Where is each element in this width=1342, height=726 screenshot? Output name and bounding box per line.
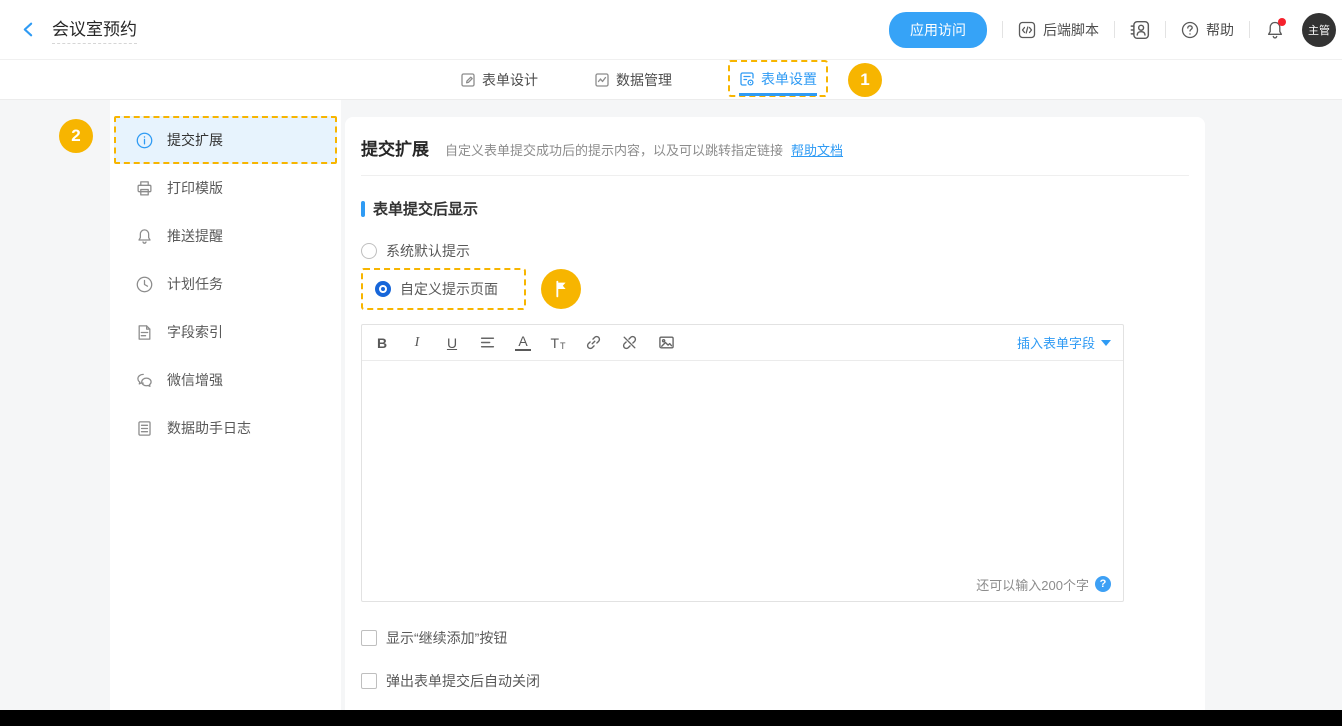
app-title: 会议室预约 bbox=[52, 15, 137, 44]
checkbox-label: 弹出表单提交后自动关闭 bbox=[386, 671, 540, 691]
contacts-icon[interactable] bbox=[1130, 20, 1150, 40]
checkbox-label: 显示“继续添加”按钮 bbox=[386, 628, 507, 648]
tab-label: 表单设计 bbox=[482, 70, 538, 90]
back-button[interactable] bbox=[18, 20, 38, 40]
sidebar-item-label: 提交扩展 bbox=[167, 130, 223, 150]
section-title: 表单提交后显示 bbox=[373, 198, 478, 219]
radio-system-default[interactable]: 系统默认提示 bbox=[361, 241, 1189, 261]
wechat-icon bbox=[136, 372, 153, 389]
radio-on-icon bbox=[375, 281, 391, 297]
backend-script-button[interactable]: 后端脚本 bbox=[1018, 20, 1099, 40]
question-help-icon[interactable]: ? bbox=[1095, 576, 1111, 592]
annotation-box-custom-radio: 自定义提示页面 bbox=[361, 268, 526, 310]
divider bbox=[361, 175, 1189, 176]
sidebar-item-data-assistant-log[interactable]: 数据助手日志 bbox=[110, 404, 341, 452]
insert-form-field-label: 插入表单字段 bbox=[1017, 333, 1095, 352]
align-icon[interactable] bbox=[479, 334, 496, 351]
avatar[interactable]: 主管 bbox=[1302, 13, 1336, 47]
editor-toolbar: B I U A TT 插入表单字段 bbox=[362, 325, 1123, 361]
divider bbox=[1114, 21, 1115, 38]
rich-text-editor: B I U A TT 插入表单字段 还可以输入200个字 bbox=[361, 324, 1124, 602]
char-count-label: 还可以输入200个字 bbox=[976, 575, 1089, 594]
tab-form-settings[interactable]: 表单设置 bbox=[739, 61, 817, 96]
unlink-icon[interactable] bbox=[621, 334, 638, 351]
panel-title: 提交扩展 bbox=[361, 135, 429, 160]
panel-subtitle: 自定义表单提交成功后的提示内容，以及可以跳转指定链接 bbox=[445, 140, 783, 159]
editor-content-area[interactable] bbox=[362, 361, 1123, 573]
sidebar-item-label: 打印模版 bbox=[167, 178, 223, 198]
sidebar-item-submit-extension[interactable]: 提交扩展 bbox=[114, 116, 337, 164]
help-icon bbox=[1181, 21, 1199, 39]
flag-icon bbox=[550, 278, 572, 300]
notification-bell-icon[interactable] bbox=[1265, 20, 1285, 40]
radio-custom-page[interactable]: 自定义提示页面 bbox=[375, 279, 498, 299]
radio-label: 自定义提示页面 bbox=[400, 279, 498, 299]
submit-extension-panel: 提交扩展 自定义表单提交成功后的提示内容，以及可以跳转指定链接 帮助文档 表单提… bbox=[345, 117, 1205, 710]
tab-label: 表单设置 bbox=[761, 69, 817, 89]
help-label: 帮助 bbox=[1206, 20, 1234, 40]
checkbox-icon bbox=[361, 630, 377, 646]
sidebar-item-push-reminder[interactable]: 推送提醒 bbox=[110, 212, 341, 260]
help-button[interactable]: 帮助 bbox=[1181, 20, 1234, 40]
annotation-flag-marker bbox=[541, 269, 581, 309]
help-doc-link[interactable]: 帮助文档 bbox=[791, 140, 843, 159]
link-icon[interactable] bbox=[585, 334, 602, 351]
annotation-box-step1: 表单设置 bbox=[728, 60, 828, 97]
step-badge-1: 1 bbox=[848, 63, 882, 97]
info-circle-icon bbox=[136, 132, 153, 149]
sidebar-item-label: 数据助手日志 bbox=[167, 418, 251, 438]
bottom-black-bar bbox=[0, 710, 1342, 726]
sidebar-item-label: 计划任务 bbox=[167, 274, 223, 294]
tab-form-design[interactable]: 表单设计 bbox=[460, 60, 538, 100]
section-accent-bar bbox=[361, 201, 365, 217]
sidebar-item-label: 微信增强 bbox=[167, 370, 223, 390]
sidebar-item-scheduled-task[interactable]: 计划任务 bbox=[110, 260, 341, 308]
bell-icon bbox=[136, 228, 153, 245]
italic-button[interactable]: I bbox=[409, 335, 425, 351]
sidebar-item-wechat-enhance[interactable]: 微信增强 bbox=[110, 356, 341, 404]
step-badge-2: 2 bbox=[59, 119, 93, 153]
sidebar-item-field-index[interactable]: 字段索引 bbox=[110, 308, 341, 356]
document-icon bbox=[136, 324, 153, 341]
code-icon bbox=[1018, 21, 1036, 39]
backend-script-label: 后端脚本 bbox=[1043, 20, 1099, 40]
underline-button[interactable]: U bbox=[444, 335, 460, 351]
bold-button[interactable]: B bbox=[374, 335, 390, 351]
checkbox-auto-close-popup[interactable]: 弹出表单提交后自动关闭 bbox=[361, 671, 1189, 691]
divider bbox=[1165, 21, 1166, 38]
data-management-icon bbox=[594, 72, 610, 88]
app-window: 会议室预约 应用访问 后端脚本 帮助 主管 bbox=[0, 0, 1342, 726]
font-size-button[interactable]: TT bbox=[550, 335, 566, 351]
checkbox-show-continue-add[interactable]: 显示“继续添加”按钮 bbox=[361, 628, 1189, 648]
divider bbox=[1249, 21, 1250, 38]
font-color-button[interactable]: A bbox=[515, 334, 531, 351]
form-design-icon bbox=[460, 72, 476, 88]
sidebar-item-print-template[interactable]: 打印模版 bbox=[110, 164, 341, 212]
form-settings-icon bbox=[739, 71, 755, 87]
sidebar-item-label: 字段索引 bbox=[167, 322, 223, 342]
settings-sidebar: 提交扩展 打印模版 推送提醒 计划任务 字段索引 微信增强 bbox=[110, 100, 341, 710]
image-icon[interactable] bbox=[657, 334, 676, 351]
insert-form-field-dropdown[interactable]: 插入表单字段 bbox=[1017, 333, 1111, 352]
app-access-button[interactable]: 应用访问 bbox=[889, 12, 987, 48]
clock-icon bbox=[136, 276, 153, 293]
tab-bar: 表单设计 数据管理 表单设置 1 bbox=[0, 60, 1342, 100]
printer-icon bbox=[136, 180, 153, 197]
notification-dot bbox=[1278, 18, 1286, 26]
tab-label: 数据管理 bbox=[616, 70, 672, 90]
tab-data-management[interactable]: 数据管理 bbox=[594, 60, 672, 100]
chevron-down-icon bbox=[1101, 340, 1111, 346]
radio-off-icon bbox=[361, 243, 377, 259]
sidebar-item-label: 推送提醒 bbox=[167, 226, 223, 246]
top-header: 会议室预约 应用访问 后端脚本 帮助 主管 bbox=[0, 0, 1342, 60]
log-icon bbox=[136, 420, 153, 437]
checkbox-icon bbox=[361, 673, 377, 689]
page-body: 2 提交扩展 打印模版 推送提醒 计划任务 字段索引 bbox=[0, 100, 1342, 710]
radio-label: 系统默认提示 bbox=[386, 241, 470, 261]
divider bbox=[1002, 21, 1003, 38]
back-chevron-icon bbox=[20, 21, 37, 38]
